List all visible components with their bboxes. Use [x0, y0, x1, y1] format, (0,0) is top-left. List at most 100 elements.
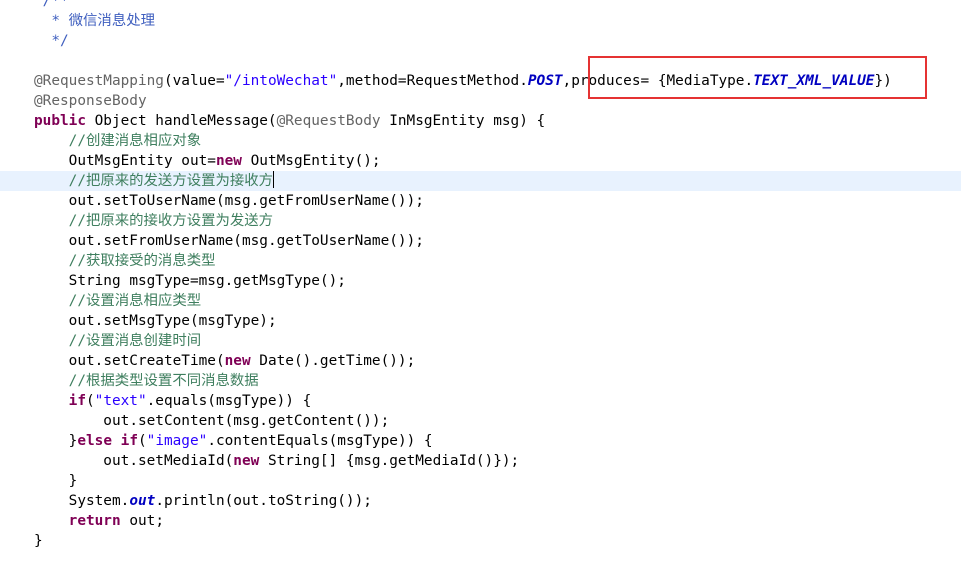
- code-token-local: msg: [354, 453, 381, 469]
- code-token-local: out: [34, 413, 130, 429]
- code-token-local: msg: [198, 273, 225, 289]
- code-line[interactable]: //创建消息相应对象: [0, 131, 961, 151]
- code-line[interactable]: //把原来的发送方设置为接收方: [0, 171, 961, 191]
- code-token-local: out: [34, 233, 95, 249]
- code-token-plain: .getContent());: [259, 413, 390, 429]
- code-token-local: msgType: [215, 393, 277, 409]
- code-token-plain: }: [34, 433, 78, 449]
- code-token-keyword: new: [215, 153, 242, 169]
- code-line[interactable]: //设置消息相应类型: [0, 291, 961, 311]
- code-token-plain: ) {: [519, 113, 546, 129]
- code-token-string: "text": [94, 393, 147, 409]
- code-token-local: msgType: [198, 313, 260, 329]
- code-line[interactable]: }: [0, 471, 961, 491]
- code-token-local: out: [34, 453, 130, 469]
- code-token-plain: .contentEquals(: [207, 433, 338, 449]
- code-token-local: out: [181, 153, 208, 169]
- code-token-plain: .setContent(: [129, 413, 234, 429]
- code-token-plain: ;: [155, 513, 164, 529]
- code-token-plain: Object handleMessage(: [85, 113, 277, 129]
- code-line[interactable]: out.setFromUserName(msg.getToUserName())…: [0, 231, 961, 251]
- code-line[interactable]: out.setMediaId(new String[] {msg.getMedi…: [0, 451, 961, 471]
- code-token-plain: .getFromUserName());: [250, 193, 424, 209]
- code-token-comment: //根据类型设置不同消息数据: [34, 373, 259, 389]
- code-token-plain: .getMediaId()});: [380, 453, 520, 469]
- code-line[interactable]: */: [0, 31, 961, 51]
- code-line[interactable]: return out;: [0, 511, 961, 531]
- text-cursor: [273, 171, 275, 188]
- code-token-plain: .equals(: [146, 393, 216, 409]
- code-line[interactable]: //设置消息创建时间: [0, 331, 961, 351]
- code-token-static: out: [129, 493, 156, 509]
- code-token-annotation: @RequestMapping: [34, 73, 164, 89]
- code-line[interactable]: //获取接受的消息类型: [0, 251, 961, 271]
- code-token-plain: .println(: [155, 493, 234, 509]
- code-token-plain: ,method=RequestMethod.: [337, 73, 528, 89]
- code-token-keyword: public: [34, 113, 86, 129]
- code-token-local: msg: [233, 413, 260, 429]
- code-line[interactable]: out.setCreateTime(new Date().getTime());: [0, 351, 961, 371]
- code-line[interactable]: }: [0, 531, 961, 551]
- code-token-plain: .getMsgType();: [224, 273, 346, 289]
- code-token-local: msgType: [129, 273, 190, 289]
- code-line[interactable]: out.setToUserName(msg.getFromUserName())…: [0, 191, 961, 211]
- code-token-plain: (: [137, 433, 147, 449]
- highlight-annotation-box: [588, 56, 927, 99]
- code-line[interactable]: /**: [0, 0, 961, 11]
- code-token-plain: .setMsgType(: [94, 313, 199, 329]
- code-token-comment: //设置消息创建时间: [34, 333, 202, 349]
- code-token-keyword: new: [233, 453, 260, 469]
- code-token-comment: //创建消息相应对象: [34, 133, 202, 149]
- code-line[interactable]: String msgType=msg.getMsgType();: [0, 271, 961, 291]
- code-token-javadoc: */: [34, 33, 69, 49]
- code-token-plain: .setToUserName(: [94, 193, 225, 209]
- code-token-local: out: [129, 513, 156, 529]
- code-token-plain: }: [34, 533, 43, 549]
- code-token-string: "image": [146, 433, 208, 449]
- code-token-plain: String: [34, 273, 130, 289]
- code-line[interactable]: System.out.println(out.toString());: [0, 491, 961, 511]
- code-token-comment: //把原来的发送方设置为接收方: [34, 173, 274, 189]
- code-token-annotation: @RequestBody: [276, 113, 381, 129]
- code-token-javadoc: /**: [34, 0, 69, 9]
- code-token-local: out: [233, 493, 260, 509]
- code-line[interactable]: out.setContent(msg.getContent());: [0, 411, 961, 431]
- code-token-local: msgType: [337, 433, 398, 449]
- code-line[interactable]: if("text".equals(msgType)) {: [0, 391, 961, 411]
- code-token-keyword: if: [34, 393, 86, 409]
- code-token-plain: .setMediaId(: [129, 453, 234, 469]
- code-token-comment: //把原来的接收方设置为发送方: [34, 213, 274, 229]
- code-token-plain: .setFromUserName(: [94, 233, 242, 249]
- code-token-plain: .getToUserName());: [267, 233, 424, 249]
- code-token-plain: (value=: [163, 73, 225, 89]
- code-token-local: msg: [493, 113, 520, 129]
- code-line[interactable]: //根据类型设置不同消息数据: [0, 371, 961, 391]
- code-token-annotation: @ResponseBody: [34, 93, 147, 109]
- code-token-keyword: new: [224, 353, 251, 369]
- code-line[interactable]: public Object handleMessage(@RequestBody…: [0, 111, 961, 131]
- code-token-plain: }: [34, 473, 78, 489]
- code-token-local: out: [34, 193, 95, 209]
- code-token-local: out: [34, 313, 95, 329]
- code-line[interactable]: OutMsgEntity out=new OutMsgEntity();: [0, 151, 961, 171]
- code-line[interactable]: }else if("image".contentEquals(msgType))…: [0, 431, 961, 451]
- code-token-string: "/intoWechat": [224, 73, 338, 89]
- code-token-local: msg: [224, 193, 251, 209]
- code-line[interactable]: out.setMsgType(msgType);: [0, 311, 961, 331]
- code-line[interactable]: * 微信消息处理: [0, 11, 961, 31]
- code-token-plain: .toString());: [259, 493, 372, 509]
- code-token-static: POST: [527, 73, 563, 89]
- code-token-javadoc: * 微信消息处理: [34, 13, 155, 29]
- code-token-local: out: [34, 353, 95, 369]
- code-token-plain: OutMsgEntity: [34, 153, 182, 169]
- code-token-plain: System.: [34, 493, 130, 509]
- code-line[interactable]: //把原来的接收方设置为发送方: [0, 211, 961, 231]
- code-token-comment: //获取接受的消息类型: [34, 253, 216, 269]
- code-token-plain: );: [259, 313, 277, 329]
- code-token-plain: OutMsgEntity();: [241, 153, 381, 169]
- code-token-plain: .setCreateTime(: [94, 353, 225, 369]
- code-token-keyword: else: [77, 433, 112, 449]
- code-token-plain: )) {: [397, 433, 433, 449]
